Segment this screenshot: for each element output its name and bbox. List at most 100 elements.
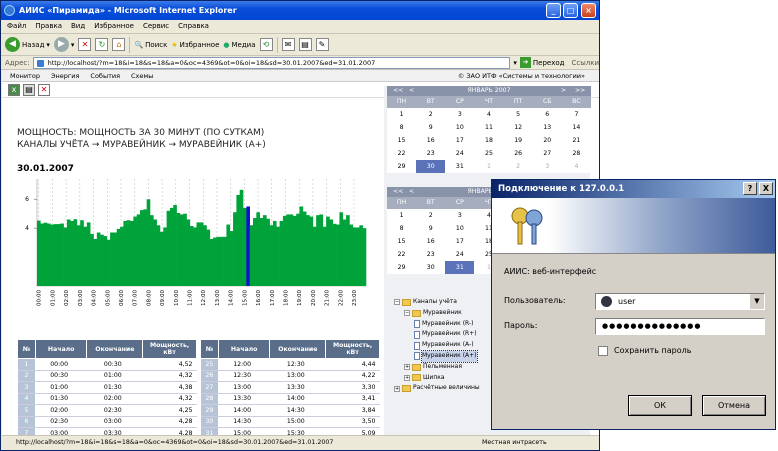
menu-edit[interactable]: Правка [35, 20, 62, 33]
app-menu-energy[interactable]: Энергия [51, 70, 79, 81]
prev-month-button[interactable]: < [409, 86, 414, 96]
calendar-day[interactable]: 13 [533, 121, 562, 134]
print-icon[interactable]: ▤ [298, 38, 312, 51]
history-icon[interactable]: ⟲ [259, 38, 273, 51]
calendar-day[interactable]: 21 [562, 134, 591, 147]
calendar-day[interactable]: 29 [387, 160, 416, 173]
calendar-day[interactable]: 15 [387, 134, 416, 147]
tree-node[interactable]: − Каналы учёта [394, 297, 480, 308]
expand-toggle-icon[interactable]: + [394, 385, 400, 392]
stop-icon[interactable]: ✕ [78, 38, 92, 51]
calendar-day[interactable]: 28 [562, 147, 591, 160]
column-header[interactable]: Окончание [86, 339, 144, 359]
calendar-day[interactable]: 10 [445, 222, 474, 235]
prev-month-button[interactable]: < [409, 187, 414, 197]
calendar-day[interactable]: 1 [387, 108, 416, 121]
chevron-down-icon[interactable]: ▼ [750, 294, 764, 309]
calendar-day[interactable]: 15 [387, 235, 416, 248]
calendar-day[interactable]: 11 [474, 121, 503, 134]
tree-node[interactable]: Муравейник (А+) [394, 350, 480, 363]
save-password-label[interactable]: Сохранить пароль [614, 346, 691, 355]
print-icon[interactable]: ▤ [23, 84, 35, 96]
calendar-day[interactable]: 20 [533, 134, 562, 147]
prev-year-button[interactable]: << [393, 187, 403, 197]
save-password-checkbox[interactable] [598, 346, 608, 356]
calendar-day[interactable]: 2 [504, 160, 533, 173]
calendar-day[interactable]: 23 [416, 147, 445, 160]
close-window-button[interactable]: × [581, 3, 596, 18]
cancel-button[interactable]: Отмена [702, 395, 766, 416]
address-dropdown-icon[interactable]: ▾ [513, 59, 517, 67]
calendar-day[interactable]: 9 [416, 121, 445, 134]
calendar-day[interactable]: 8 [387, 121, 416, 134]
menu-favorites[interactable]: Избранное [94, 20, 134, 33]
calendar-day[interactable]: 12 [504, 121, 533, 134]
calendar-day[interactable]: 30 [416, 160, 446, 173]
calendar-day[interactable]: 16 [416, 134, 445, 147]
calendar-day[interactable]: 22 [387, 248, 416, 261]
calendar-day[interactable]: 17 [445, 235, 474, 248]
back-button[interactable]: ◀ Назад ▾ [5, 36, 50, 54]
menu-help[interactable]: Справка [178, 20, 209, 33]
calendar-day[interactable]: 3 [533, 160, 562, 173]
search-button[interactable]: 🔍 Поиск [134, 36, 167, 54]
calendar-day[interactable]: 1 [474, 160, 503, 173]
password-field[interactable]: ●●●●●●●●●●●●●● [595, 318, 765, 335]
menu-view[interactable]: Вид [71, 20, 85, 33]
column-header[interactable]: Мощность, кВт [142, 339, 197, 359]
tree-node[interactable]: + Шипка [394, 373, 480, 384]
tree-node[interactable]: − Муравейник [394, 308, 480, 319]
calendar-day[interactable]: 3 [445, 108, 474, 121]
calendar-day[interactable]: 23 [416, 248, 445, 261]
calendar-day[interactable]: 29 [387, 261, 416, 274]
prev-year-button[interactable]: << [393, 86, 403, 96]
calendar-day[interactable]: 8 [387, 222, 416, 235]
calendar-day[interactable]: 2 [416, 108, 445, 121]
app-menu-schemes[interactable]: Схемы [131, 70, 153, 81]
expand-toggle-icon[interactable]: + [404, 364, 410, 371]
maximize-button[interactable]: □ [563, 3, 578, 18]
calendar-day[interactable]: 4 [562, 160, 591, 173]
expand-toggle-icon[interactable]: − [404, 310, 410, 317]
home-icon[interactable]: ⌂ [112, 38, 126, 51]
calendar-day[interactable]: 27 [533, 147, 562, 160]
column-header[interactable]: Начало [217, 339, 271, 359]
media-button[interactable]: ● Медиа [223, 36, 255, 54]
column-header[interactable]: Мощность, кВт [325, 339, 380, 359]
refresh-icon[interactable]: ↻ [95, 38, 109, 51]
calendar-day[interactable]: 7 [562, 108, 591, 121]
forward-button[interactable]: ▶ ▾ [53, 36, 74, 54]
calendar-day[interactable]: 24 [445, 147, 474, 160]
expand-toggle-icon[interactable]: − [394, 299, 400, 306]
minimize-button[interactable]: _ [546, 3, 561, 18]
links-button[interactable]: Ссылки [571, 59, 599, 67]
calendar-day[interactable]: 17 [445, 134, 474, 147]
column-header[interactable]: № [200, 339, 219, 359]
calendar-day[interactable]: 2 [416, 209, 445, 222]
dialog-help-button[interactable]: ? [743, 182, 757, 195]
calendar-day[interactable]: 4 [474, 108, 503, 121]
calendar-day[interactable]: 3 [445, 209, 474, 222]
calendar-day[interactable]: 30 [416, 261, 445, 274]
tree-node[interactable]: Муравейник (R-) [394, 319, 480, 330]
tree-node[interactable]: + Расчётные величины [394, 383, 480, 394]
column-header[interactable]: № [17, 339, 36, 359]
edit-icon[interactable]: ✎ [315, 38, 329, 51]
calendar-day[interactable]: 9 [416, 222, 445, 235]
calendar-day[interactable]: 31 [445, 261, 475, 274]
export-excel-icon[interactable]: x [8, 84, 20, 96]
expand-toggle-icon[interactable]: + [404, 374, 410, 381]
menu-file[interactable]: Файл [7, 20, 26, 33]
app-menu-monitor[interactable]: Монитор [10, 70, 40, 81]
calendar-day[interactable]: 1 [387, 209, 416, 222]
calendar-day[interactable]: 31 [445, 160, 474, 173]
calendar-day[interactable]: 24 [445, 248, 474, 261]
address-input[interactable]: http://localhost/?m=18&i=18&s=18&a=0&oc=… [32, 56, 511, 69]
app-menu-events[interactable]: События [90, 70, 120, 81]
calendar-day[interactable]: 18 [474, 134, 503, 147]
calendar-day[interactable]: 10 [445, 121, 474, 134]
calendar-day[interactable]: 26 [504, 147, 533, 160]
calendar-day[interactable]: 6 [533, 108, 562, 121]
tree-node[interactable]: Муравейник (А-) [394, 340, 480, 351]
calendar-day[interactable]: 14 [562, 121, 591, 134]
